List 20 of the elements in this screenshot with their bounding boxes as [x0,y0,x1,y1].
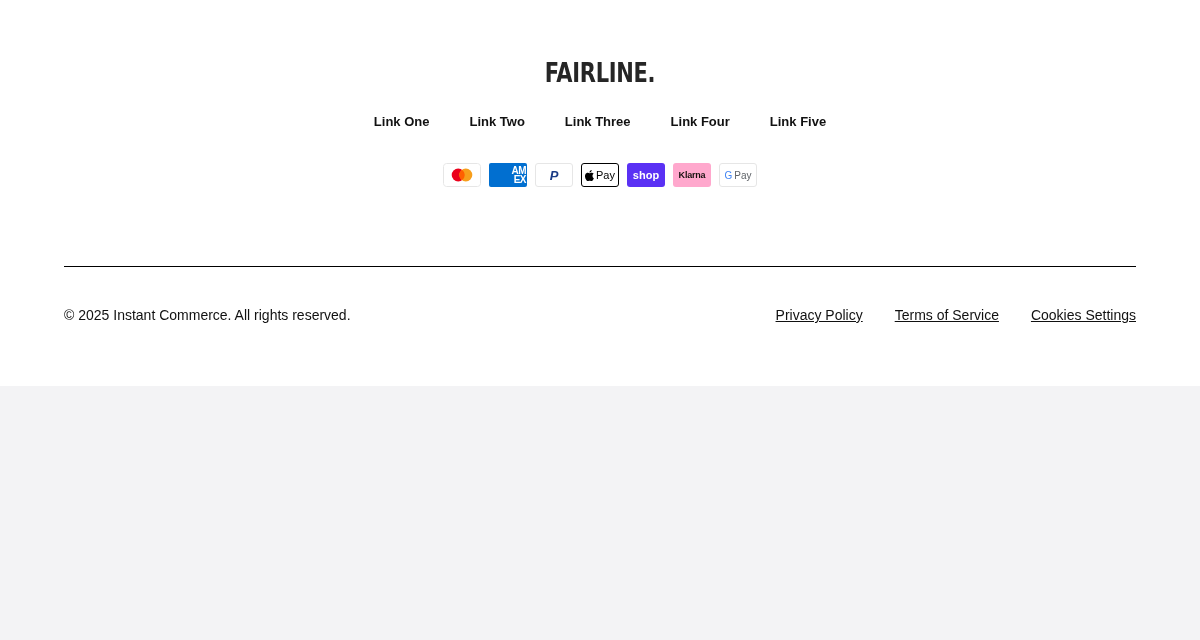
badge-label: AM [511,166,526,175]
apple-icon [585,169,594,181]
footer-link[interactable]: Link Two [469,112,525,132]
payment-badge: Klarna [673,163,711,187]
badge-mark: G [724,169,733,181]
brand-wordmark: FAIRLINE. [544,57,656,90]
badge-label: Pay [596,169,615,181]
badge-label: Pay [734,169,752,181]
legal-link[interactable]: Privacy Policy [775,305,863,325]
badge-label: EX [513,175,526,184]
footer-link[interactable]: Link One [373,112,430,132]
payment-badge: P [535,163,573,187]
legal-link[interactable]: Terms of Service [894,305,999,325]
footer-link[interactable]: Link Three [564,112,631,132]
payment-badge: shop [627,163,665,187]
footer-link[interactable]: Link Five [769,112,827,132]
overlapping-circles-icon [443,163,481,187]
legal-link[interactable]: Cookies Settings [1030,305,1136,325]
footer-link[interactable]: Link Four [670,112,730,132]
copyright-text: © 2025 Instant Commerce. All rights reserved. [64,306,351,325]
